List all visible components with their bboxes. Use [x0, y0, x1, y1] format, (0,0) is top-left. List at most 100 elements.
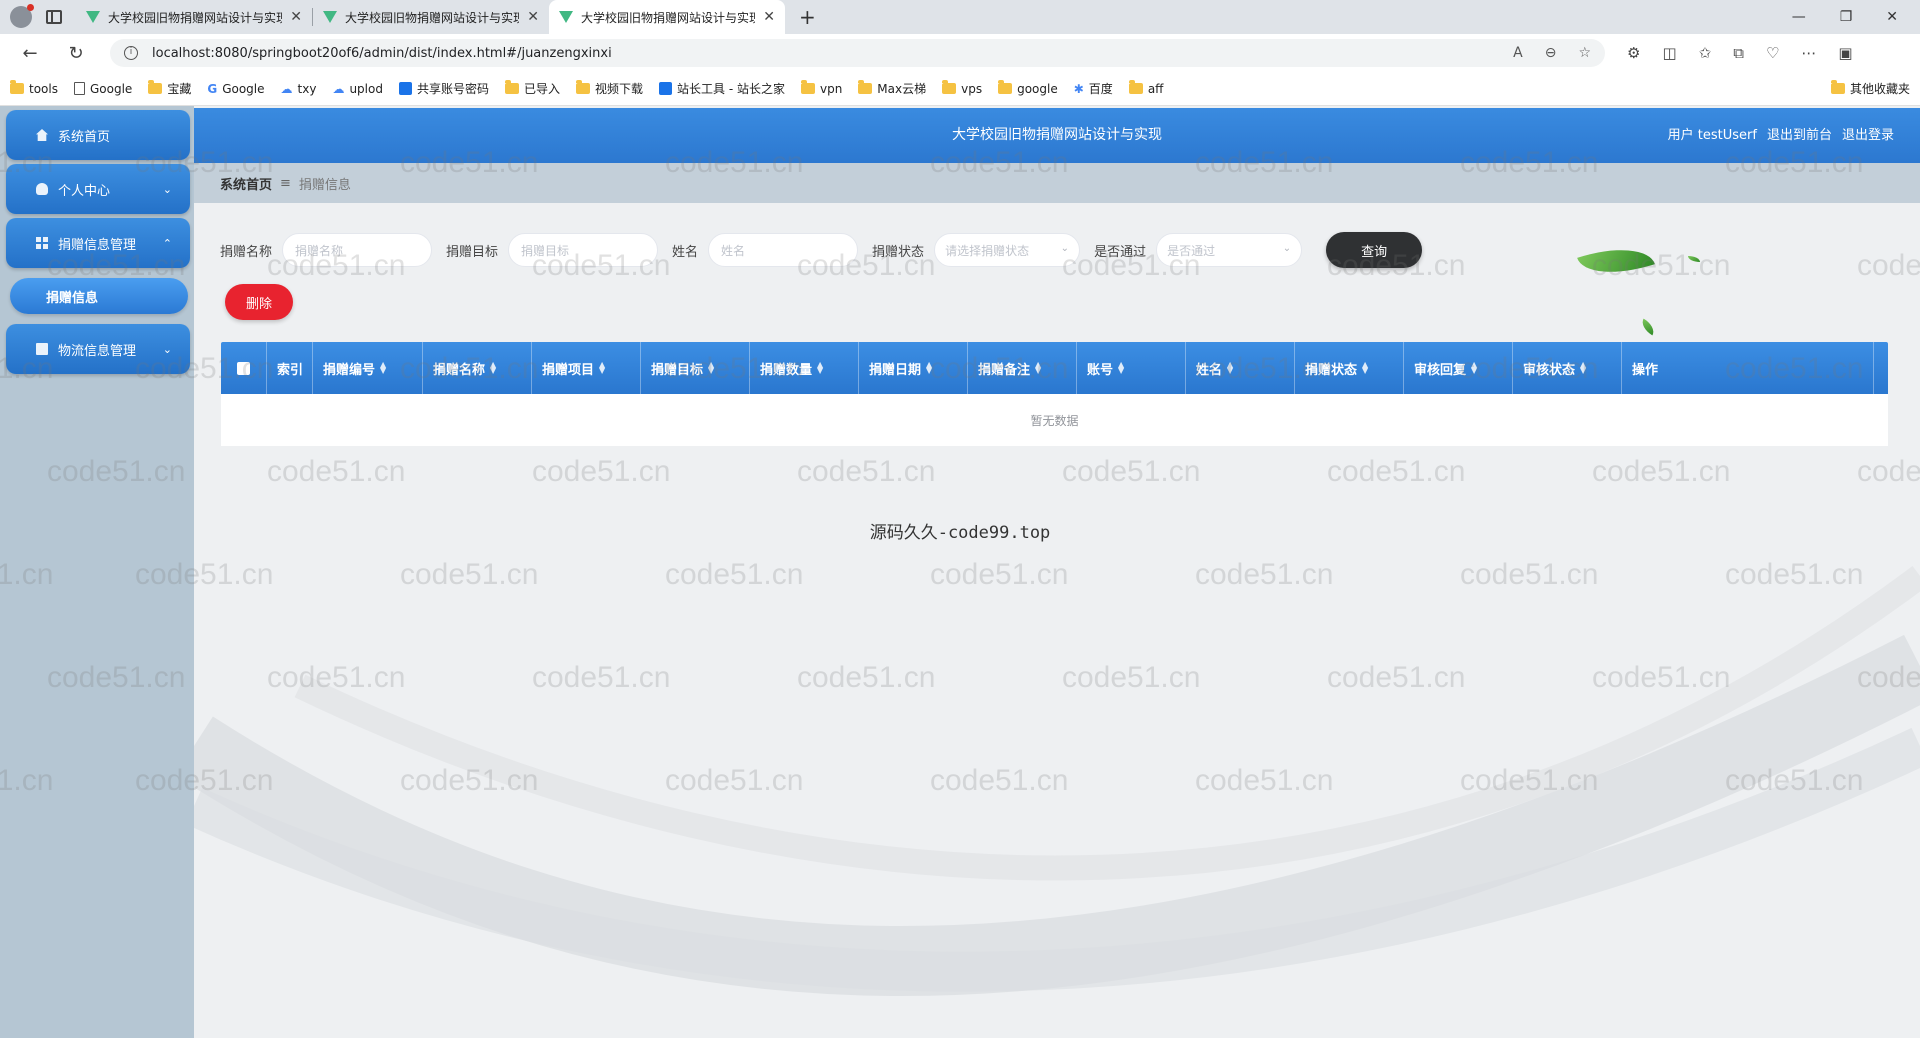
close-tab-icon[interactable]: ✕	[527, 9, 539, 25]
home-icon	[36, 129, 48, 141]
sidebar-item-logistics-management[interactable]: 物流信息管理 ⌄	[6, 324, 190, 374]
close-tab-icon[interactable]: ✕	[290, 9, 302, 25]
donation-name-input[interactable]: 捐赠名称	[282, 233, 433, 267]
new-tab-button[interactable]: +	[799, 5, 816, 29]
browser-essentials-icon[interactable]: ♡	[1766, 44, 1779, 62]
back-icon[interactable]: ←	[18, 43, 42, 64]
sort-icon[interactable]: ▲ ▼	[380, 361, 386, 375]
back-to-front-link[interactable]: 退出到前台	[1767, 108, 1832, 163]
bookmark-item[interactable]: vps	[942, 80, 982, 96]
select-all-checkbox-cell[interactable]	[221, 342, 267, 394]
browser-tab-2[interactable]: 大学校园旧物捐赠网站设计与实现 ✕	[313, 0, 549, 34]
split-screen-icon[interactable]: ◫	[1662, 44, 1676, 62]
column-header[interactable]: 捐赠项目 ▲ ▼	[532, 342, 641, 394]
favorite-star-icon[interactable]: ☆	[1578, 45, 1591, 61]
bookmark-label: 宝藏	[167, 82, 192, 96]
sidebar-item-label: 捐赠信息管理	[58, 237, 137, 253]
close-window-icon[interactable]: ✕	[1886, 9, 1898, 25]
bookmark-item[interactable]: 视频下载	[575, 80, 643, 97]
sidebar-item-personal-center[interactable]: 个人中心 ⌄	[6, 164, 190, 214]
column-header[interactable]: 捐赠数量 ▲ ▼	[750, 342, 859, 394]
sidebar-item-donation-management[interactable]: 捐赠信息管理 ⌃	[6, 218, 190, 268]
other-bookmarks-folder[interactable]: 其他收藏夹	[1830, 80, 1920, 97]
profile-icon[interactable]	[10, 4, 34, 28]
sort-icon[interactable]: ▲ ▼	[1227, 361, 1233, 375]
delete-button[interactable]: 删除	[225, 284, 293, 320]
column-header[interactable]: 姓名 ▲ ▼	[1186, 342, 1295, 394]
sort-icon[interactable]: ▲ ▼	[1471, 361, 1477, 375]
donation-target-input[interactable]: 捐赠目标	[508, 233, 659, 267]
favorites-icon[interactable]: ✩	[1699, 44, 1712, 62]
empty-text: 暂无数据	[1030, 413, 1079, 428]
browser-tab-3[interactable]: 大学校园旧物捐赠网站设计与实现 ✕	[549, 0, 785, 34]
tab-title: 大学校园旧物捐赠网站设计与实现	[345, 10, 520, 25]
sort-icon[interactable]: ▲ ▼	[1035, 361, 1041, 375]
column-header[interactable]: 账号 ▲ ▼	[1077, 342, 1186, 394]
sidebar-item-home[interactable]: 系统首页	[6, 110, 190, 160]
bookmark-item[interactable]: 宝藏	[148, 80, 191, 97]
bookmark-item[interactable]: vpn	[800, 80, 842, 96]
collections-icon[interactable]: ⧉	[1733, 44, 1744, 62]
column-header[interactable]: 捐赠状态 ▲ ▼	[1295, 342, 1404, 394]
bookmark-item[interactable]: 已导入	[504, 80, 560, 97]
close-tab-icon[interactable]: ✕	[763, 9, 775, 25]
column-header-label: 捐赠名称	[433, 362, 486, 378]
sort-icon[interactable]: ▲ ▼	[1362, 361, 1368, 375]
extensions-icon[interactable]: ⚙	[1627, 44, 1640, 62]
minimize-icon[interactable]: —	[1792, 9, 1806, 25]
vue-logo-icon	[323, 11, 337, 23]
bookmark-item[interactable]: Google	[73, 82, 132, 96]
query-button[interactable]: 查询	[1326, 232, 1423, 268]
column-header[interactable]: 审核回复 ▲ ▼	[1404, 342, 1513, 394]
tab-actions-icon[interactable]	[46, 10, 62, 24]
name-input[interactable]: 姓名	[708, 233, 859, 267]
sidebar-subitem-donation-info[interactable]: 捐赠信息	[10, 278, 188, 314]
sort-icon[interactable]: ▲ ▼	[1118, 361, 1124, 375]
approved-select[interactable]: 是否通过 ⌄	[1156, 233, 1303, 267]
blue-icon	[398, 82, 412, 95]
sidebar-toggle-icon[interactable]: ▣	[1838, 44, 1852, 62]
column-header[interactable]: 捐赠目标 ▲ ▼	[641, 342, 750, 394]
sort-icon[interactable]: ▲ ▼	[490, 361, 496, 375]
column-header-label: 捐赠目标	[651, 362, 704, 378]
donation-status-select[interactable]: 请选择捐赠状态 ⌄	[934, 233, 1081, 267]
column-header[interactable]: 捐赠日期 ▲ ▼	[859, 342, 968, 394]
admin-app: 系统首页 个人中心 ⌄ 捐赠信息管理 ⌃ 捐赠信息 物流信息管理 ⌄ 大学校园旧…	[0, 106, 1920, 1038]
column-header[interactable]: 捐赠备注 ▲ ▼	[968, 342, 1077, 394]
bookmark-item[interactable]: aff	[1128, 80, 1163, 96]
url-text[interactable]: localhost:8080/springboot20of6/admin/dis…	[152, 46, 1513, 61]
bookmark-item[interactable]: G Google	[207, 82, 264, 96]
folder-icon	[942, 80, 957, 94]
sort-icon[interactable]: ▲ ▼	[599, 361, 605, 375]
sort-icon[interactable]: ▲ ▼	[1580, 361, 1586, 375]
sort-icon[interactable]: ▲ ▼	[926, 361, 932, 375]
bookmark-item[interactable]: ✱ 百度	[1074, 80, 1113, 97]
column-header[interactable]: 捐赠名称 ▲ ▼	[423, 342, 532, 394]
bookmark-item[interactable]: tools	[10, 80, 58, 96]
bookmark-item[interactable]: 站长工具 - 站长之家	[659, 80, 785, 97]
baidu-icon: ✱	[1073, 81, 1084, 96]
column-header[interactable]: 审核状态 ▲ ▼	[1513, 342, 1622, 394]
logout-link[interactable]: 退出登录	[1842, 108, 1894, 163]
bookmark-item[interactable]: ☁ txy	[281, 82, 317, 96]
more-menu-icon[interactable]: ⋯	[1801, 44, 1816, 62]
refresh-icon[interactable]: ↻	[64, 43, 88, 64]
sort-icon[interactable]: ▲ ▼	[708, 361, 714, 375]
url-field[interactable]: i localhost:8080/springboot20of6/admin/d…	[110, 39, 1605, 67]
sort-icon[interactable]: ▲ ▼	[817, 361, 823, 375]
read-aloud-icon[interactable]: A	[1513, 45, 1523, 61]
chevron-down-icon: ⌄	[162, 342, 172, 356]
restore-icon[interactable]: ❐	[1840, 9, 1853, 25]
zoom-out-icon[interactable]: ⊖	[1545, 45, 1557, 61]
browser-tab-1[interactable]: 大学校园旧物捐赠网站设计与实现 ✕	[76, 0, 312, 34]
bookmark-item[interactable]: google	[998, 80, 1058, 96]
breadcrumb-home-link[interactable]: 系统首页	[220, 174, 272, 193]
column-header[interactable]: 捐赠编号 ▲ ▼	[313, 342, 423, 394]
site-info-icon[interactable]: i	[124, 46, 138, 60]
sidebar-item-label: 物流信息管理	[58, 343, 137, 359]
select-all-checkbox[interactable]	[237, 361, 250, 375]
bookmark-item[interactable]: 共享账号密码	[398, 80, 489, 97]
bookmark-item[interactable]: Max云梯	[858, 80, 926, 97]
bookmark-item[interactable]: ☁ uplod	[332, 82, 383, 96]
browser-tab-strip: 大学校园旧物捐赠网站设计与实现 ✕ 大学校园旧物捐赠网站设计与实现 ✕ 大学校园…	[0, 0, 1920, 34]
